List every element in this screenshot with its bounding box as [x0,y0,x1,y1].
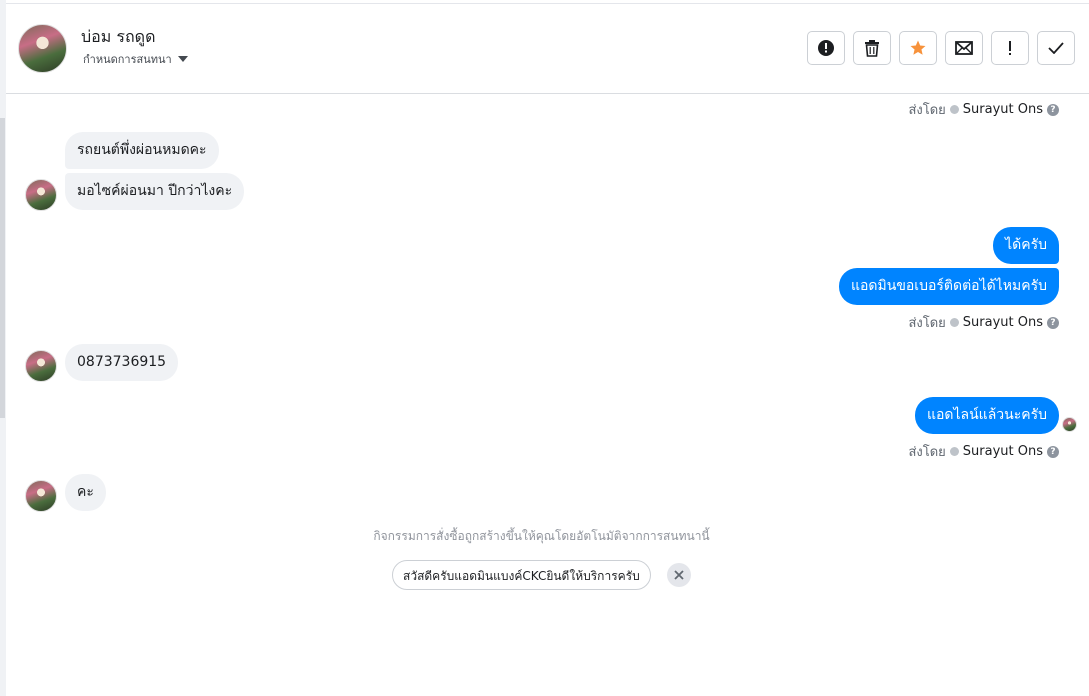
help-icon[interactable]: ? [1047,316,1059,329]
sent-by-agent[interactable]: Surayut Ons [963,102,1043,117]
activity-note: กิจกรรมการสั่งซื้อถูกสร้างขึ้นให้คุณโดยอ… [373,529,710,543]
sent-by-line: ส่งโดย Surayut Ons ? [908,441,1059,462]
conversation-toolbar [807,31,1075,65]
delete-button[interactable] [853,31,891,65]
assign-label: กำหนดการสนทนา [83,53,172,66]
incoming-message[interactable]: รถยนต์พึ่งผ่อนหมดคะ [65,132,219,169]
quick-reply-chip[interactable]: สวัสดีครับแอดมินแบงค์CKCยินดีให้บริการคร… [392,560,651,590]
help-icon[interactable]: ? [1047,445,1059,458]
envelope-icon [955,41,973,55]
sent-by-line: ส่งโดย Surayut Ons ? [908,99,1059,120]
contact-avatar-small[interactable] [25,480,57,512]
star-button[interactable] [899,31,937,65]
contact-name[interactable]: บ่อม รถดูด [81,25,155,50]
follow-up-button[interactable] [991,31,1029,65]
scrollbar-thumb[interactable] [0,118,5,418]
sent-by-agent[interactable]: Surayut Ons [963,315,1043,330]
sent-status-icon [949,318,959,327]
assign-conversation-dropdown[interactable]: กำหนดการสนทนา [83,50,188,68]
outgoing-message[interactable]: แอดไลน์แล้วนะครับ [914,397,1059,434]
help-icon[interactable]: ? [1047,103,1059,116]
left-scrollbar[interactable] [0,0,6,696]
sent-by-prefix: ส่งโดย [908,445,946,460]
mark-unread-button[interactable] [945,31,983,65]
contact-avatar-small[interactable] [25,179,57,211]
outgoing-message[interactable]: แอดมินขอเบอร์ติดต่อได้ไหมครับ [839,268,1059,305]
caret-down-icon [177,56,188,62]
sent-status-icon [949,447,959,456]
dismiss-quick-reply-button[interactable] [667,563,691,587]
outgoing-message[interactable]: ได้ครับ [993,227,1059,264]
contact-avatar[interactable] [18,24,67,73]
seen-avatar-icon [1062,417,1077,432]
trash-icon [865,40,879,57]
mark-done-button[interactable] [1037,31,1075,65]
sent-by-prefix: ส่งโดย [908,103,946,118]
spam-button[interactable] [807,31,845,65]
sent-by-agent[interactable]: Surayut Ons [963,444,1043,459]
alert-circle-icon [818,40,834,56]
sent-by-line: ส่งโดย Surayut Ons ? [908,312,1059,333]
close-icon [674,570,684,580]
checkmark-icon [1048,42,1064,54]
incoming-message[interactable]: มอไซค์ผ่อนมา ปีกว่าไงคะ [65,173,245,210]
contact-avatar-small[interactable] [25,350,57,382]
sent-by-prefix: ส่งโดย [908,316,946,331]
sent-status-icon [949,105,959,114]
exclamation-icon [1009,41,1011,55]
incoming-message[interactable]: 0873736915 [65,344,179,381]
conversation-header: บ่อม รถดูด กำหนดการสนทนา [6,3,1089,94]
incoming-message[interactable]: คะ [65,474,106,511]
star-icon [910,40,926,55]
